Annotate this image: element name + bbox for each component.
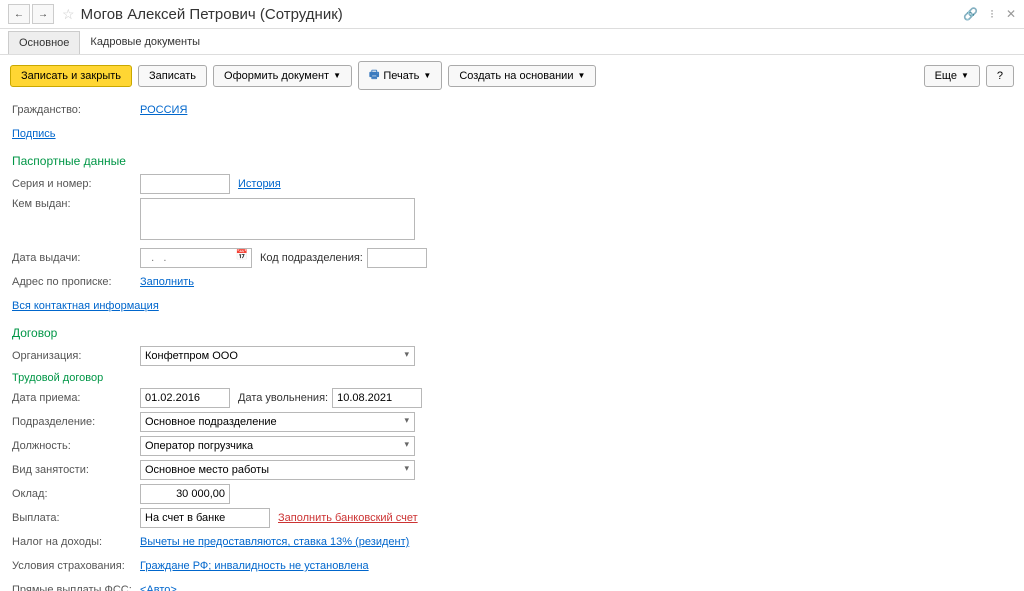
- create-based-button[interactable]: Создать на основании ▼: [448, 65, 596, 87]
- make-document-button[interactable]: Оформить документ ▼: [213, 65, 352, 87]
- series-label: Серия и номер:: [12, 178, 140, 190]
- expand-icon[interactable]: ⁝: [990, 7, 994, 21]
- salary-input[interactable]: [140, 484, 230, 504]
- fire-date-input[interactable]: [332, 388, 422, 408]
- salary-label: Оклад:: [12, 488, 140, 500]
- more-button[interactable]: Еще ▼: [924, 65, 980, 87]
- tab-hr-docs[interactable]: Кадровые документы: [80, 31, 210, 54]
- address-label: Адрес по прописке:: [12, 276, 140, 288]
- citizenship-link[interactable]: РОССИЯ: [140, 104, 187, 116]
- contract-header: Договор: [12, 326, 1012, 340]
- favorite-icon[interactable]: ☆: [62, 6, 75, 23]
- print-button[interactable]: 🖶 Печать ▼: [358, 61, 442, 90]
- tab-main[interactable]: Основное: [8, 31, 80, 54]
- forward-button[interactable]: →: [32, 4, 54, 24]
- insurance-label: Условия страхования:: [12, 560, 140, 572]
- org-input[interactable]: [140, 346, 415, 366]
- org-label: Организация:: [12, 350, 140, 362]
- insurance-link[interactable]: Граждане РФ; инвалидность не установлена: [140, 560, 369, 572]
- fss-link[interactable]: <Авто>: [140, 584, 177, 591]
- window-title: Могов Алексей Петрович (Сотрудник): [81, 6, 964, 23]
- issued-input[interactable]: [140, 198, 415, 240]
- back-button[interactable]: ←: [8, 4, 30, 24]
- payout-input[interactable]: [140, 508, 270, 528]
- all-contacts-link[interactable]: Вся контактная информация: [12, 300, 159, 312]
- issued-label: Кем выдан:: [12, 198, 140, 210]
- dept-label: Подразделение:: [12, 416, 140, 428]
- payout-label: Выплата:: [12, 512, 140, 524]
- save-button[interactable]: Записать: [138, 65, 207, 87]
- form-content: Гражданство: РОССИЯ Подпись Паспортные д…: [0, 96, 1024, 591]
- employment-type-label: Вид занятости:: [12, 464, 140, 476]
- passport-header: Паспортные данные: [12, 154, 1012, 168]
- issue-date-label: Дата выдачи:: [12, 252, 140, 264]
- dept-code-label: Код подразделения:: [260, 252, 363, 264]
- printer-icon: 🖶: [369, 66, 379, 85]
- hire-date-input[interactable]: [140, 388, 230, 408]
- history-link[interactable]: История: [238, 178, 281, 190]
- citizenship-label: Гражданство:: [12, 104, 140, 116]
- employment-type-input[interactable]: [140, 460, 415, 480]
- address-fill-link[interactable]: Заполнить: [140, 276, 194, 288]
- close-icon[interactable]: ✕: [1006, 7, 1016, 21]
- tax-label: Налог на доходы:: [12, 536, 140, 548]
- bank-account-link[interactable]: Заполнить банковский счет: [278, 512, 418, 524]
- position-input[interactable]: [140, 436, 415, 456]
- save-close-button[interactable]: Записать и закрыть: [10, 65, 132, 87]
- employment-contract-header: Трудовой договор: [12, 372, 1012, 384]
- fire-date-label: Дата увольнения:: [238, 392, 328, 404]
- hire-date-label: Дата приема:: [12, 392, 140, 404]
- issue-date-input[interactable]: [140, 248, 252, 268]
- dept-input[interactable]: [140, 412, 415, 432]
- position-label: Должность:: [12, 440, 140, 452]
- fss-label: Прямые выплаты ФСС:: [12, 584, 140, 591]
- series-input[interactable]: [140, 174, 230, 194]
- link-icon[interactable]: 🔗: [963, 7, 978, 21]
- help-button[interactable]: ?: [986, 65, 1014, 87]
- signature-link[interactable]: Подпись: [12, 128, 56, 140]
- dept-code-input[interactable]: [367, 248, 427, 268]
- tax-link[interactable]: Вычеты не предоставляются, ставка 13% (р…: [140, 536, 409, 548]
